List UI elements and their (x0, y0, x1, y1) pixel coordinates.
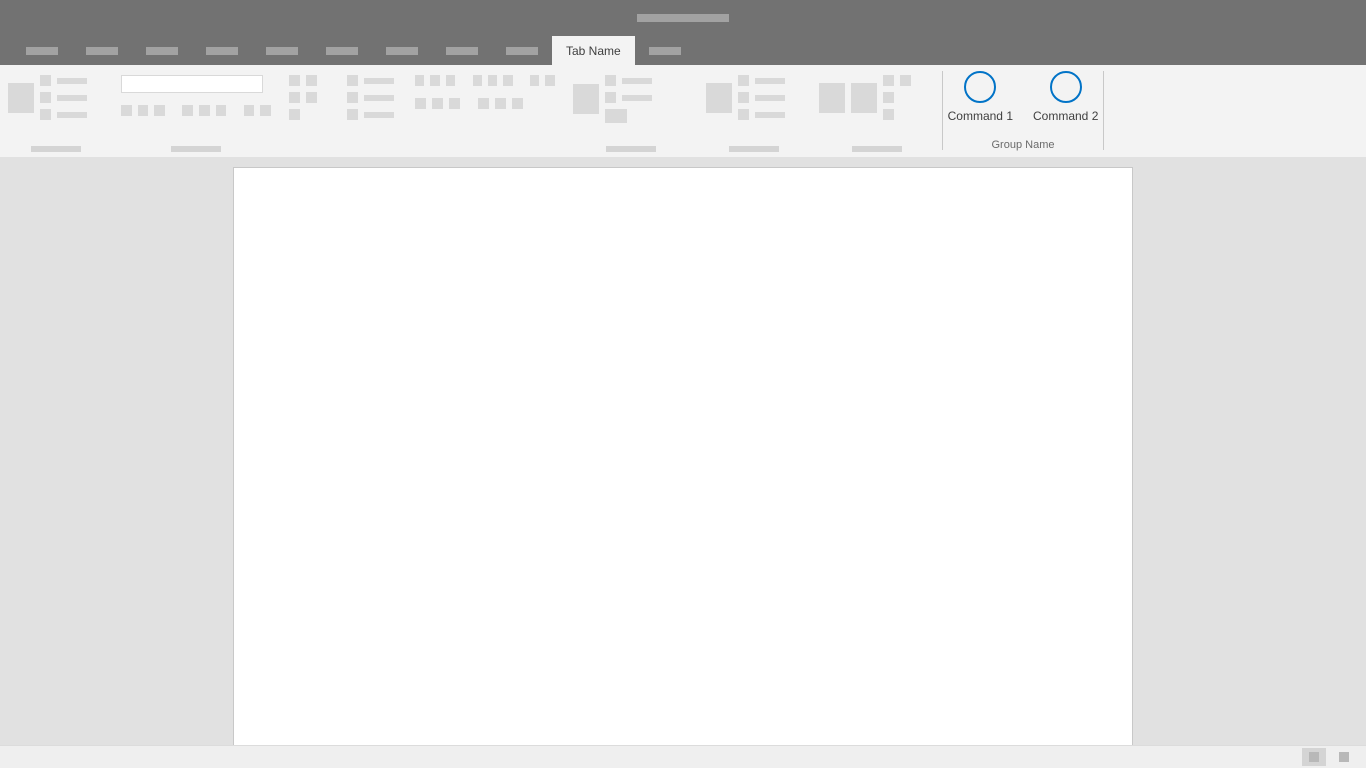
ribbon-tab-placeholder[interactable] (192, 36, 252, 65)
command-2-label: Command 2 (1033, 109, 1098, 123)
command-2-icon (1050, 71, 1082, 103)
ribbon-tab-strip: Tab Name (0, 36, 1366, 65)
view-mode-button-1[interactable] (1302, 748, 1326, 766)
ribbon-tab-placeholder[interactable] (635, 36, 695, 65)
command-1-button[interactable]: Command 1 (944, 71, 1017, 123)
ribbon-group-separator (1103, 71, 1104, 150)
command-1-icon (964, 71, 996, 103)
command-1-label: Command 1 (948, 109, 1013, 123)
ribbon-tab-placeholder[interactable] (132, 36, 192, 65)
view-mode-button-2[interactable] (1332, 748, 1356, 766)
ribbon-tab-placeholder[interactable] (372, 36, 432, 65)
ribbon-tab-placeholder[interactable] (312, 36, 372, 65)
ribbon-group-name: Group Name (992, 139, 1055, 151)
status-bar (0, 745, 1366, 768)
ribbon-placeholder-groups (0, 65, 942, 156)
ribbon-tab-active[interactable]: Tab Name (552, 36, 635, 65)
title-bar (0, 0, 1366, 36)
ribbon-tab-placeholder[interactable] (12, 36, 72, 65)
ribbon-tab-placeholder[interactable] (432, 36, 492, 65)
ribbon-tab-placeholder[interactable] (72, 36, 132, 65)
ribbon-tab-placeholder[interactable] (252, 36, 312, 65)
command-2-button[interactable]: Command 2 (1029, 71, 1102, 123)
view-mode-icon (1339, 752, 1349, 762)
ribbon: Command 1 Command 2 Group Name (0, 65, 1366, 157)
ribbon-tab-placeholder[interactable] (492, 36, 552, 65)
document-page[interactable] (233, 167, 1133, 745)
document-workspace (0, 157, 1366, 745)
ribbon-tab-label: Tab Name (566, 44, 621, 58)
app-title-placeholder (637, 14, 729, 22)
view-mode-icon (1309, 752, 1319, 762)
ribbon-custom-group: Command 1 Command 2 Group Name (943, 65, 1103, 156)
